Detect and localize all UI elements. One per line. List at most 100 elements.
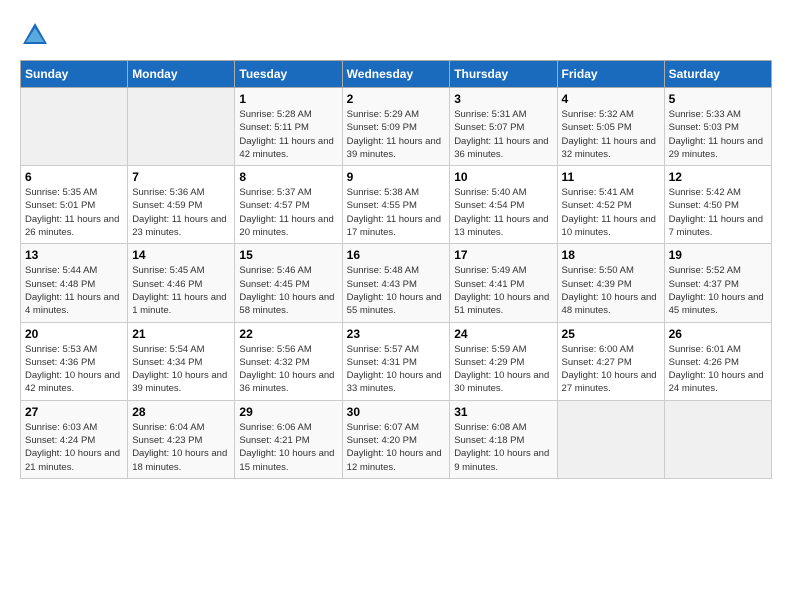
calendar-cell: 16Sunrise: 5:48 AMSunset: 4:43 PMDayligh… [342, 244, 450, 322]
day-number: 7 [132, 170, 230, 184]
header-cell-friday: Friday [557, 61, 664, 88]
calendar-cell: 20Sunrise: 5:53 AMSunset: 4:36 PMDayligh… [21, 322, 128, 400]
day-number: 14 [132, 248, 230, 262]
calendar-week-5: 27 Sunrise: 6:03 AMSunset: 4:24 PMDayligh… [21, 400, 772, 478]
calendar-cell: 5 Sunrise: 5:33 AMSunset: 5:03 PMDaylight… [664, 88, 771, 166]
day-info: Sunrise: 6:04 AMSunset: 4:23 PMDaylight:… [132, 421, 230, 474]
day-number: 18 [562, 248, 660, 262]
day-number: 12 [669, 170, 767, 184]
calendar-cell: 24 Sunrise: 5:59 AMSunset: 4:29 PMDayligh… [450, 322, 557, 400]
calendar-cell: 6 Sunrise: 5:35 AMSunset: 5:01 PMDaylight… [21, 166, 128, 244]
day-info: Sunrise: 5:36 AMSunset: 4:59 PMDaylight:… [132, 186, 230, 239]
calendar-cell: 17 Sunrise: 5:49 AMSunset: 4:41 PMDayligh… [450, 244, 557, 322]
calendar-cell [128, 88, 235, 166]
calendar-week-2: 6 Sunrise: 5:35 AMSunset: 5:01 PMDaylight… [21, 166, 772, 244]
calendar-cell: 18 Sunrise: 5:50 AMSunset: 4:39 PMDayligh… [557, 244, 664, 322]
day-info: Sunrise: 6:01 AMSunset: 4:26 PMDaylight:… [669, 343, 767, 396]
calendar-cell: 22Sunrise: 5:56 AMSunset: 4:32 PMDayligh… [235, 322, 342, 400]
day-number: 9 [347, 170, 446, 184]
header-cell-monday: Monday [128, 61, 235, 88]
calendar-cell: 28 Sunrise: 6:04 AMSunset: 4:23 PMDayligh… [128, 400, 235, 478]
calendar-cell: 7 Sunrise: 5:36 AMSunset: 4:59 PMDaylight… [128, 166, 235, 244]
calendar-cell: 26 Sunrise: 6:01 AMSunset: 4:26 PMDayligh… [664, 322, 771, 400]
calendar-cell: 2 Sunrise: 5:29 AMSunset: 5:09 PMDaylight… [342, 88, 450, 166]
day-number: 1 [239, 92, 337, 106]
day-info: Sunrise: 5:52 AMSunset: 4:37 PMDaylight:… [669, 264, 767, 317]
day-number: 17 [454, 248, 552, 262]
day-info: Sunrise: 5:45 AMSunset: 4:46 PMDaylight:… [132, 264, 230, 317]
calendar-week-3: 13Sunrise: 5:44 AMSunset: 4:48 PMDayligh… [21, 244, 772, 322]
calendar-cell: 10Sunrise: 5:40 AMSunset: 4:54 PMDayligh… [450, 166, 557, 244]
calendar-cell [664, 400, 771, 478]
day-number: 19 [669, 248, 767, 262]
calendar-cell: 25Sunrise: 6:00 AMSunset: 4:27 PMDayligh… [557, 322, 664, 400]
day-number: 26 [669, 327, 767, 341]
calendar-cell: 12 Sunrise: 5:42 AMSunset: 4:50 PMDayligh… [664, 166, 771, 244]
day-info: Sunrise: 5:44 AMSunset: 4:48 PMDaylight:… [25, 264, 123, 317]
calendar-cell: 19 Sunrise: 5:52 AMSunset: 4:37 PMDayligh… [664, 244, 771, 322]
day-info: Sunrise: 5:53 AMSunset: 4:36 PMDaylight:… [25, 343, 123, 396]
day-info: Sunrise: 5:54 AMSunset: 4:34 PMDaylight:… [132, 343, 230, 396]
header-cell-thursday: Thursday [450, 61, 557, 88]
calendar: SundayMondayTuesdayWednesdayThursdayFrid… [20, 60, 772, 479]
header-cell-tuesday: Tuesday [235, 61, 342, 88]
day-number: 4 [562, 92, 660, 106]
calendar-cell [557, 400, 664, 478]
day-info: Sunrise: 5:31 AMSunset: 5:07 PMDaylight:… [454, 108, 552, 161]
day-info: Sunrise: 6:06 AMSunset: 4:21 PMDaylight:… [239, 421, 337, 474]
day-number: 21 [132, 327, 230, 341]
day-info: Sunrise: 5:59 AMSunset: 4:29 PMDaylight:… [454, 343, 552, 396]
calendar-week-4: 20Sunrise: 5:53 AMSunset: 4:36 PMDayligh… [21, 322, 772, 400]
calendar-cell: 21 Sunrise: 5:54 AMSunset: 4:34 PMDayligh… [128, 322, 235, 400]
day-number: 27 [25, 405, 123, 419]
day-info: Sunrise: 5:49 AMSunset: 4:41 PMDaylight:… [454, 264, 552, 317]
day-info: Sunrise: 5:57 AMSunset: 4:31 PMDaylight:… [347, 343, 446, 396]
calendar-cell: 8Sunrise: 5:37 AMSunset: 4:57 PMDaylight… [235, 166, 342, 244]
day-info: Sunrise: 5:29 AMSunset: 5:09 PMDaylight:… [347, 108, 446, 161]
logo [20, 20, 54, 50]
calendar-cell [21, 88, 128, 166]
header [20, 20, 772, 50]
day-info: Sunrise: 6:00 AMSunset: 4:27 PMDaylight:… [562, 343, 660, 396]
day-number: 3 [454, 92, 552, 106]
calendar-cell: 23 Sunrise: 5:57 AMSunset: 4:31 PMDayligh… [342, 322, 450, 400]
day-info: Sunrise: 6:08 AMSunset: 4:18 PMDaylight:… [454, 421, 552, 474]
calendar-cell: 30 Sunrise: 6:07 AMSunset: 4:20 PMDayligh… [342, 400, 450, 478]
day-number: 11 [562, 170, 660, 184]
calendar-week-1: 1 Sunrise: 5:28 AMSunset: 5:11 PMDaylight… [21, 88, 772, 166]
day-number: 23 [347, 327, 446, 341]
day-info: Sunrise: 5:33 AMSunset: 5:03 PMDaylight:… [669, 108, 767, 161]
day-number: 8 [239, 170, 337, 184]
calendar-cell: 13Sunrise: 5:44 AMSunset: 4:48 PMDayligh… [21, 244, 128, 322]
day-number: 6 [25, 170, 123, 184]
day-info: Sunrise: 5:50 AMSunset: 4:39 PMDaylight:… [562, 264, 660, 317]
day-number: 5 [669, 92, 767, 106]
day-info: Sunrise: 5:35 AMSunset: 5:01 PMDaylight:… [25, 186, 123, 239]
day-info: Sunrise: 5:42 AMSunset: 4:50 PMDaylight:… [669, 186, 767, 239]
day-number: 15 [239, 248, 337, 262]
day-number: 24 [454, 327, 552, 341]
calendar-cell: 11 Sunrise: 5:41 AMSunset: 4:52 PMDayligh… [557, 166, 664, 244]
day-info: Sunrise: 6:03 AMSunset: 4:24 PMDaylight:… [25, 421, 123, 474]
day-number: 28 [132, 405, 230, 419]
day-info: Sunrise: 6:07 AMSunset: 4:20 PMDaylight:… [347, 421, 446, 474]
day-info: Sunrise: 5:46 AMSunset: 4:45 PMDaylight:… [239, 264, 337, 317]
day-info: Sunrise: 5:48 AMSunset: 4:43 PMDaylight:… [347, 264, 446, 317]
logo-icon [20, 20, 50, 50]
day-number: 2 [347, 92, 446, 106]
calendar-cell: 31 Sunrise: 6:08 AMSunset: 4:18 PMDayligh… [450, 400, 557, 478]
calendar-cell: 27 Sunrise: 6:03 AMSunset: 4:24 PMDayligh… [21, 400, 128, 478]
day-info: Sunrise: 5:56 AMSunset: 4:32 PMDaylight:… [239, 343, 337, 396]
day-number: 10 [454, 170, 552, 184]
day-number: 30 [347, 405, 446, 419]
calendar-cell: 3 Sunrise: 5:31 AMSunset: 5:07 PMDaylight… [450, 88, 557, 166]
day-info: Sunrise: 5:41 AMSunset: 4:52 PMDaylight:… [562, 186, 660, 239]
day-info: Sunrise: 5:28 AMSunset: 5:11 PMDaylight:… [239, 108, 337, 161]
day-number: 29 [239, 405, 337, 419]
calendar-cell: 1 Sunrise: 5:28 AMSunset: 5:11 PMDaylight… [235, 88, 342, 166]
day-number: 31 [454, 405, 552, 419]
calendar-cell: 29 Sunrise: 6:06 AMSunset: 4:21 PMDayligh… [235, 400, 342, 478]
calendar-cell: 14 Sunrise: 5:45 AMSunset: 4:46 PMDayligh… [128, 244, 235, 322]
header-cell-sunday: Sunday [21, 61, 128, 88]
day-info: Sunrise: 5:32 AMSunset: 5:05 PMDaylight:… [562, 108, 660, 161]
